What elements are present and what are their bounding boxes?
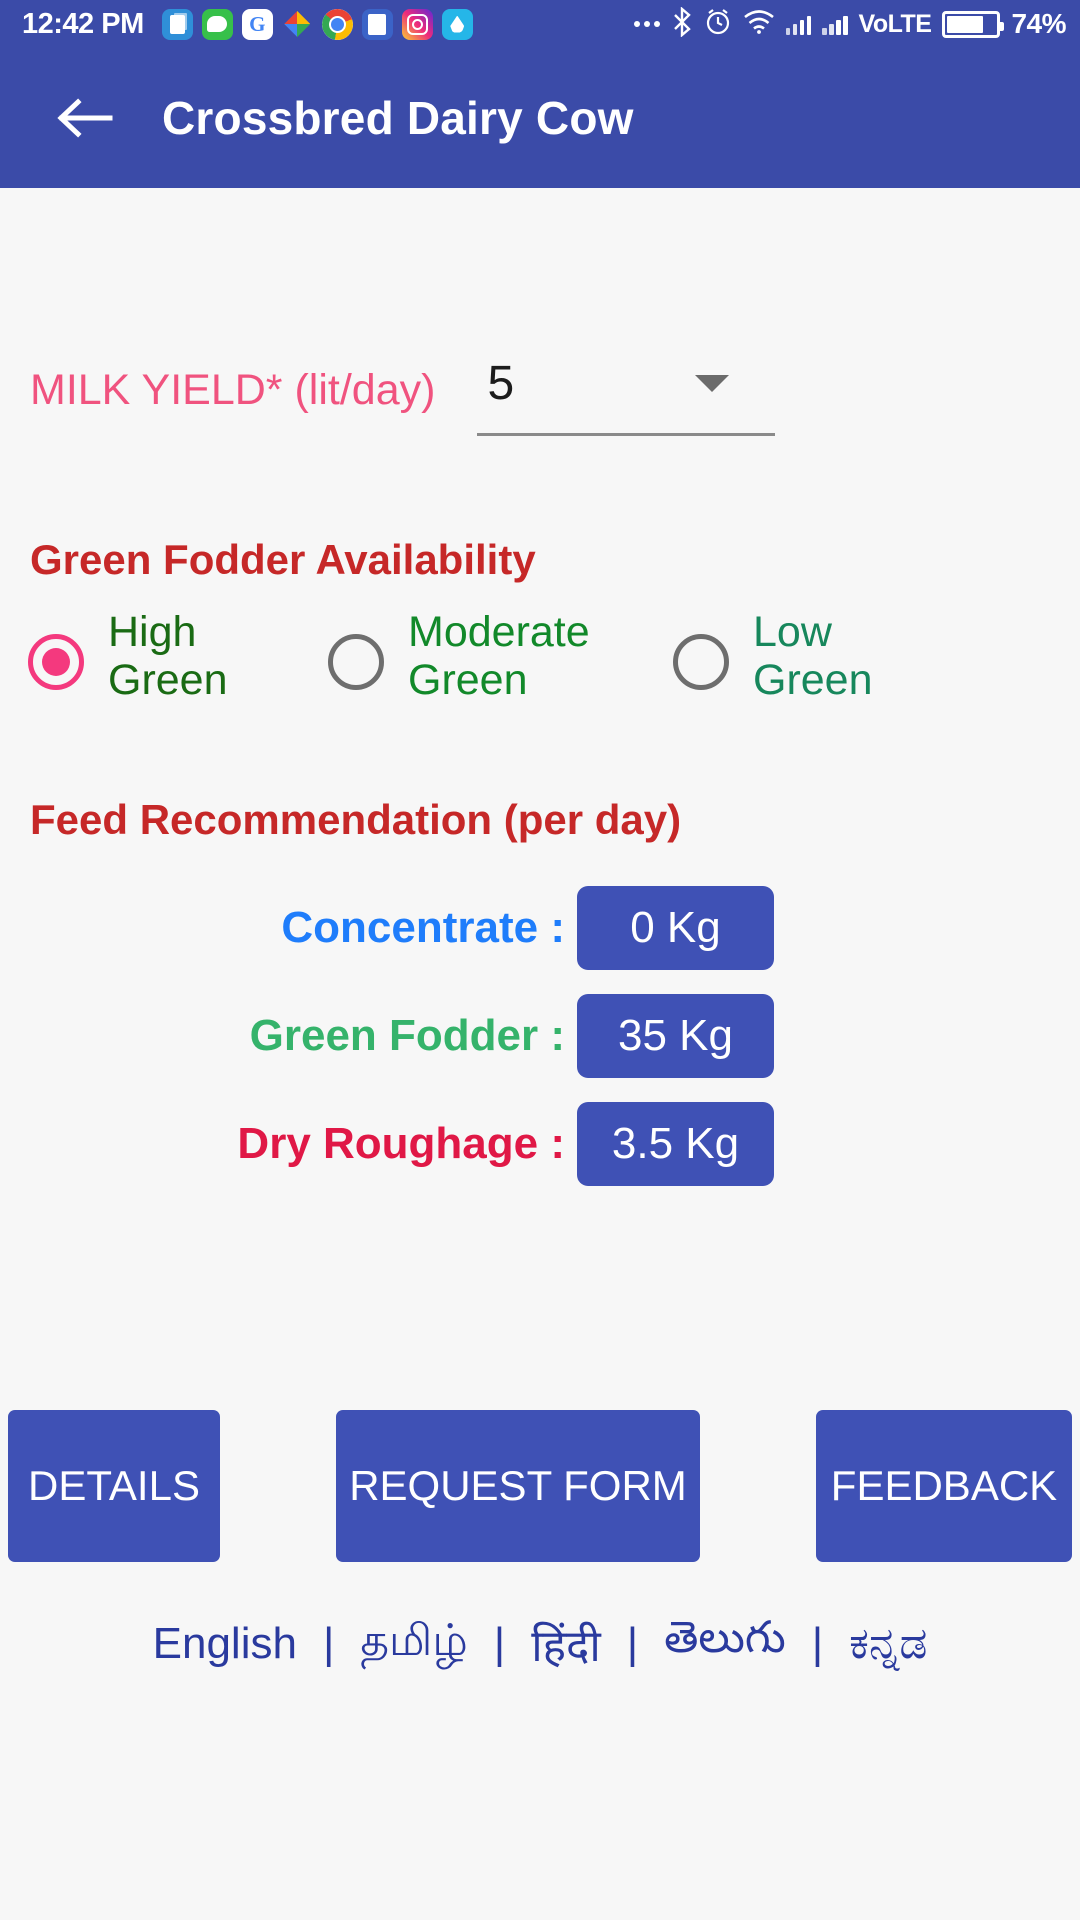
radio-indicator-moderate[interactable] — [328, 634, 384, 690]
language-option-hindi[interactable]: हिंदी — [525, 1614, 607, 1674]
radio-indicator-high[interactable] — [28, 634, 84, 690]
files-icon — [161, 8, 193, 40]
feed-recommendation-heading: Feed Recommendation (per day) — [30, 796, 682, 844]
radio-label-moderate-line2: Green — [408, 656, 528, 705]
radio-option-low-green[interactable]: Low Green — [673, 608, 1003, 704]
language-separator-3: | — [626, 1618, 639, 1668]
milk-yield-label: MILK YIELD* (lit/day) — [30, 366, 436, 414]
signal-bars-sim2-icon — [822, 13, 848, 35]
radio-option-moderate-green[interactable]: Moderate Green — [328, 608, 673, 704]
language-option-kannada[interactable]: ಕನ್ನಡ — [843, 1619, 933, 1669]
chrome-icon — [321, 8, 353, 40]
status-bar: 12:42 PM VoLTE — [0, 0, 1080, 48]
radio-label-moderate-line1: Moderate — [408, 608, 590, 656]
feed-recommendation-list: Concentrate : 0 Kg Green Fodder : 35 Kg … — [0, 844, 1080, 1187]
radio-option-high-green[interactable]: High Green — [28, 608, 328, 704]
language-option-english[interactable]: English — [147, 1619, 303, 1669]
radio-label-low-line1: Low — [753, 608, 832, 656]
radio-label-high-line1: High — [108, 608, 197, 656]
green-fodder-radio-group: High Green Moderate Green Low Green — [0, 584, 1080, 704]
radio-label-high: High Green — [108, 608, 298, 704]
wifi-icon — [743, 9, 775, 40]
feed-row-concentrate: Concentrate : 0 Kg — [0, 886, 1080, 971]
action-button-row: DETAILS REQUEST FORM FEEDBACK — [0, 1410, 1080, 1562]
chevron-down-icon — [695, 375, 730, 392]
language-separator-2: | — [493, 1618, 506, 1668]
details-button[interactable]: DETAILS — [8, 1410, 220, 1562]
alarm-icon — [704, 8, 732, 41]
radio-label-low-line2: Green — [753, 656, 873, 705]
feed-value-concentrate: 0 Kg — [577, 886, 774, 971]
volte-label: VoLTE — [858, 9, 932, 38]
battery-icon — [942, 10, 1005, 38]
messages-icon — [201, 8, 233, 40]
status-indicators: VoLTE 74% — [633, 5, 1066, 42]
language-option-telugu[interactable]: తెలుగు — [658, 1613, 792, 1674]
page-title: Crossbred Dairy Cow — [162, 92, 634, 144]
battery-percent: 74% — [1011, 8, 1066, 39]
language-separator-4: | — [811, 1618, 824, 1668]
feed-label-concentrate: Concentrate : — [281, 903, 565, 953]
back-arrow-icon[interactable] — [48, 82, 120, 154]
feed-value-dry-roughage: 3.5 Kg — [577, 1102, 774, 1187]
radio-indicator-low[interactable] — [673, 634, 729, 690]
feed-label-dry-roughage: Dry Roughage : — [237, 1119, 565, 1169]
app-bar: Crossbred Dairy Cow — [0, 48, 1080, 188]
news-icon — [361, 8, 393, 40]
milk-yield-value: 5 — [487, 357, 515, 410]
request-form-button[interactable]: REQUEST FORM — [336, 1410, 700, 1562]
milk-yield-spinner[interactable]: 5 — [477, 356, 776, 436]
signal-bars-sim1-icon — [785, 13, 811, 35]
green-fodder-heading: Green Fodder Availability — [30, 536, 536, 583]
google-icon — [241, 8, 273, 40]
notification-icons — [161, 8, 473, 40]
feed-row-green-fodder: Green Fodder : 35 Kg — [0, 994, 1080, 1079]
language-separator-1: | — [322, 1618, 335, 1668]
language-selector: English | தமிழ் | हिंदी | తెలుగు | ಕನ್ನಡ — [0, 1613, 1080, 1674]
radio-label-low: Low Green — [753, 608, 943, 704]
photos-icon — [282, 9, 313, 40]
feedback-button[interactable]: FEEDBACK — [816, 1410, 1072, 1562]
language-option-tamil[interactable]: தமிழ் — [354, 1616, 473, 1672]
feed-row-dry-roughage: Dry Roughage : 3.5 Kg — [0, 1102, 1080, 1187]
instagram-icon — [401, 8, 433, 40]
water-drop-icon — [441, 8, 473, 40]
status-clock: 12:42 PM — [22, 7, 144, 40]
main-content: MILK YIELD* (lit/day) 5 Green Fodder Ava… — [0, 188, 1080, 1920]
radio-label-moderate: Moderate Green — [408, 608, 598, 704]
radio-label-high-line2: Green — [108, 656, 228, 705]
milk-yield-row: MILK YIELD* (lit/day) 5 — [0, 188, 1080, 436]
feed-label-green-fodder: Green Fodder : — [249, 1011, 565, 1061]
more-icon — [633, 21, 660, 27]
bluetooth-icon — [671, 5, 693, 42]
feed-value-green-fodder: 35 Kg — [577, 994, 774, 1079]
